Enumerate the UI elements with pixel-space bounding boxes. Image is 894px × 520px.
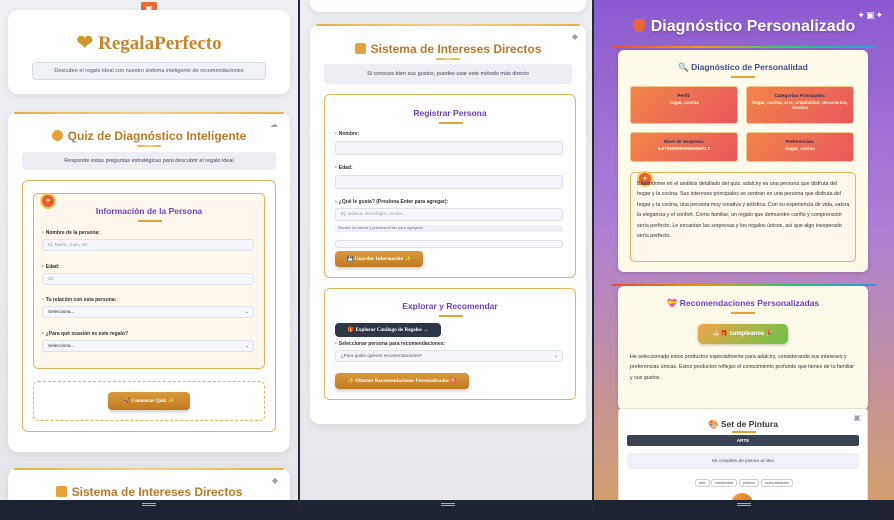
brand-title: ❤ RegalaPerfecto	[76, 32, 222, 54]
drag-handle[interactable]	[441, 503, 455, 506]
product-tag: arte	[695, 479, 710, 487]
interests-panel: ◆ Sistema de Intereses Directos Si conoc…	[298, 0, 594, 510]
card-accent	[14, 112, 284, 114]
select-person-label: • Seleccionar persona para recomendacione…	[335, 341, 446, 347]
name-label: • Nombre:	[335, 131, 360, 137]
diagnosis-panel: ✦▣✦ Diagnóstico Personalizado 🔍 Diagnóst…	[594, 0, 894, 510]
name-label: • Nombre de la persona:	[42, 230, 100, 236]
quiz-subtitle: Responde estas preguntas estratégicas pa…	[22, 152, 276, 170]
window-handle-bar	[594, 500, 894, 510]
select-person-dropdown[interactable]: ¿Para quién quieres recomendaciones? ⌄	[335, 350, 563, 362]
start-quiz-button[interactable]: 🚀 Comenzar Quiz ✨	[108, 392, 190, 410]
direct-title: Sistema de Intereses Directos	[8, 485, 290, 499]
explore-catalog-button[interactable]: 🎁 Explorar Catálogo de Regalos →	[335, 323, 441, 337]
title-underline	[436, 58, 460, 60]
header-card: ❤ RegalaPerfecto Descubre el regalo ideal…	[8, 10, 290, 94]
register-title: Registrar Persona	[413, 108, 487, 118]
likes-hint: Escribe un interés y presiona Enter para…	[335, 225, 563, 232]
direct-card: ◆ Sistema de Intereses Directos Si conoc…	[310, 24, 586, 424]
occasion-select[interactable]: Selecciona... ⌄	[42, 340, 254, 352]
likes-tags-area	[335, 240, 563, 248]
top-card-bottom	[310, 0, 586, 12]
get-recommendations-button[interactable]: ✨ Obtener Recomendaciones Personalizadas…	[335, 373, 469, 389]
title-underline	[731, 76, 755, 78]
occasion-badge: 🎂🎁 cumpleanos 🎉	[698, 324, 788, 344]
title-underline	[439, 315, 463, 317]
explore-title: Explorar y Recomendar	[402, 301, 498, 311]
brand-tagline: Descubre el regalo ideal con nuestro sis…	[32, 62, 266, 80]
surprise-level-tile: Nivel de Sorpresa: 0.6799999999999999/1.…	[630, 132, 738, 162]
chevron-down-icon: ⌄	[244, 309, 249, 315]
quiz-card: ☁ Quiz de Diagnóstico Inteligente Respon…	[8, 112, 290, 452]
product-card[interactable]: ▣ 🎨 Set de Pintura ARTE Kit completo de …	[618, 408, 868, 510]
product-tag: manualidades	[761, 479, 793, 487]
register-form: Registrar Persona • Nombre: • Edad: • ¿Qué …	[324, 94, 576, 278]
brain-icon: ☁	[270, 120, 278, 129]
shield-icon	[632, 19, 645, 32]
occasion-label: • ¿Para qué ocasión es este regalo?	[42, 331, 129, 337]
age-label: • Edad:	[42, 264, 60, 270]
recommendations-title: 💝 Recomendaciones Personalizadas	[666, 298, 820, 308]
title-underline	[439, 122, 463, 124]
drag-handle[interactable]	[142, 503, 156, 506]
title-rainbow-line	[612, 46, 876, 48]
window-handle-bar	[300, 500, 592, 510]
recommendations-card: 💝 Recomendaciones Personalizadas 🎂🎁 cump…	[618, 286, 868, 410]
notebook-icon	[55, 486, 67, 497]
person-age-input[interactable]	[335, 175, 563, 189]
title-underline	[138, 220, 162, 222]
name-input[interactable]: Ej: María, Juan, etc.	[42, 239, 254, 251]
puzzle-icon: ◆	[571, 32, 578, 41]
personality-card: 🔍 Diagnóstico de Personalidad Perfil: ho…	[618, 50, 868, 272]
direct-subtitle: Si conoces bien sus gustos, puedes usar …	[324, 64, 572, 84]
preferences-tile: Preferencias: hogar, cocina	[746, 132, 854, 162]
quiz-title: Quiz de Diagnóstico Inteligente	[8, 129, 290, 143]
card-accent	[316, 24, 580, 26]
start-area: 🚀 Comenzar Quiz ✨	[33, 381, 265, 421]
profile-tile: Perfil: hogar, cocina	[630, 86, 738, 124]
card-accent	[14, 468, 284, 470]
title-underline	[731, 312, 755, 314]
chevron-down-icon: ⌄	[244, 343, 249, 349]
heart-icon: ❤	[76, 32, 94, 54]
product-title: 🎨 Set de Pintura	[707, 419, 779, 429]
age-input[interactable]: 25	[42, 273, 254, 285]
personality-title: 🔍 Diagnóstico de Personalidad	[678, 62, 808, 72]
likes-label: • ¿Qué le gusta? (Presiona Enter para agr…	[335, 199, 449, 205]
title-underline	[137, 145, 161, 147]
quiz-form: ✦ Información de la Persona • Nombre de l…	[22, 180, 276, 432]
product-tag: pintura	[739, 479, 759, 487]
product-description: Kit completo de pintura al óleo	[627, 453, 859, 469]
chevron-down-icon: ⌄	[553, 353, 558, 359]
relation-select[interactable]: Selecciona... ⌄	[42, 306, 254, 318]
age-label: • Edad:	[335, 165, 353, 171]
quiz-icon	[51, 130, 63, 141]
quiz-panel: ▣ ❤ RegalaPerfecto Descubre el regalo ide…	[0, 0, 298, 510]
drag-handle[interactable]	[737, 503, 751, 506]
direct-title: Sistema de Intereses Directos	[310, 42, 586, 56]
product-tag: creatividad	[711, 479, 738, 487]
window-handle-bar	[0, 500, 298, 510]
analysis-text: Basándome en el análisis detallado del q…	[637, 181, 850, 240]
person-info-box: ✦ Información de la Persona • Nombre de l…	[33, 193, 265, 369]
categories-tile: Categorías Principales: hogar, cocina, a…	[746, 86, 854, 124]
diagnosis-title: Diagnóstico Personalizado	[594, 18, 894, 36]
title-underline	[732, 431, 756, 433]
likes-input[interactable]: Ej: música, tecnología, cocina...	[335, 208, 563, 221]
explore-form: Explorar y Recomendar 🎁 Explorar Catálog…	[324, 288, 576, 400]
save-info-button[interactable]: 💾 Guardar Información ✨	[335, 251, 423, 267]
recommendation-text: He seleccionado estos productos especial…	[630, 354, 855, 381]
notebook-icon	[354, 43, 366, 54]
person-info-title: Información de la Persona	[95, 206, 203, 216]
person-name-input[interactable]	[335, 141, 563, 155]
relation-label: • Tu relación con esta persona:	[42, 297, 117, 303]
puzzle-icon: ◆	[271, 476, 278, 485]
analysis-box: ✦ Basándome en el análisis detallado del…	[630, 171, 856, 262]
product-category: ARTE	[627, 435, 859, 446]
